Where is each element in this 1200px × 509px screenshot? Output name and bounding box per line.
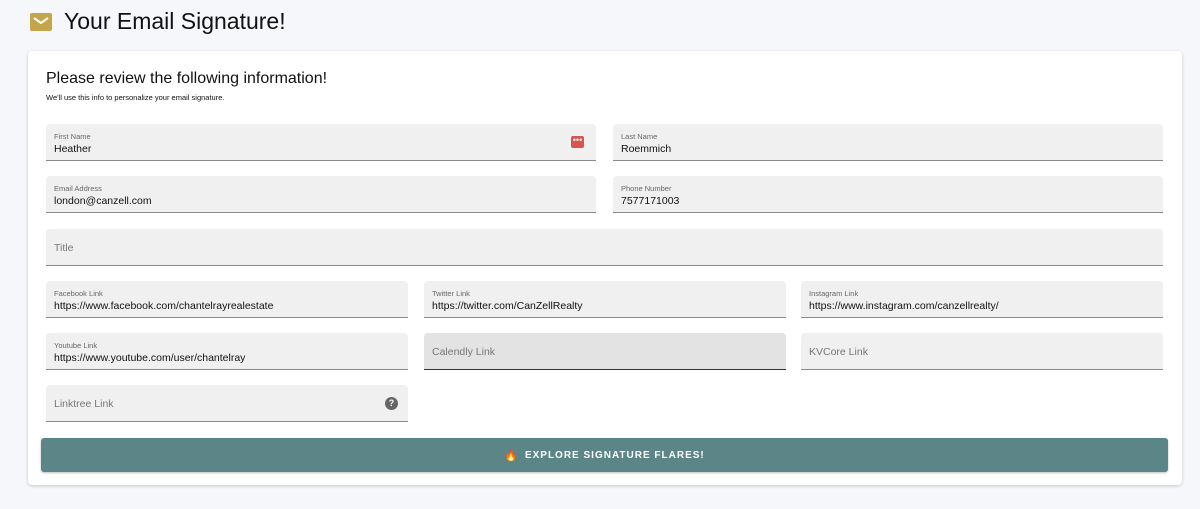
youtube-label: Youtube Link [54, 341, 98, 350]
phone-label: Phone Number [621, 184, 672, 193]
twitter-value: https://twitter.com/CanZellRealty [432, 300, 583, 312]
explore-signature-flares-button[interactable]: 🔥 EXPLORE SIGNATURE FLARES! [41, 438, 1168, 472]
page-title: Your Email Signature! [64, 8, 286, 34]
instagram-field[interactable]: Instagram Link https://www.instagram.com… [801, 281, 1163, 318]
title-field[interactable]: Title [46, 229, 1163, 266]
instagram-value: https://www.instagram.com/canzellrealty/ [809, 300, 999, 312]
form-subheading: We'll use this info to personalize your … [46, 93, 225, 102]
first-name-field[interactable]: First Name Heather ••• [46, 124, 596, 161]
email-field[interactable]: Email Address london@canzell.com [46, 176, 596, 213]
form-heading: Please review the following information! [46, 70, 328, 87]
last-name-field[interactable]: Last Name Roemmich [613, 124, 1163, 161]
calendly-placeholder: Calendly Link [432, 346, 496, 358]
facebook-field[interactable]: Facebook Link https://www.facebook.com/c… [46, 281, 408, 318]
kvcore-placeholder: KVCore Link [809, 346, 868, 358]
phone-value: 7577171003 [621, 195, 680, 207]
twitter-field[interactable]: Twitter Link https://twitter.com/CanZell… [424, 281, 786, 318]
envelope-icon [30, 12, 52, 31]
linktree-field[interactable]: Linktree Link ? [46, 385, 408, 422]
facebook-label: Facebook Link [54, 289, 103, 298]
explore-button-label: EXPLORE SIGNATURE FLARES! [524, 449, 705, 461]
twitter-label: Twitter Link [432, 289, 470, 298]
linktree-placeholder: Linktree Link [54, 398, 114, 410]
instagram-label: Instagram Link [809, 289, 859, 298]
title-placeholder: Title [54, 242, 74, 254]
first-name-value: Heather [54, 143, 92, 155]
youtube-value: https://www.youtube.com/user/chantelray [54, 352, 246, 364]
flame-icon: 🔥 [504, 449, 519, 462]
first-name-label: First Name [54, 132, 91, 141]
password-manager-icon[interactable]: ••• [571, 136, 584, 148]
last-name-label: Last Name [621, 132, 658, 141]
help-icon[interactable]: ? [385, 397, 398, 410]
page-header: Your Email Signature! [30, 8, 286, 35]
calendly-field[interactable]: Calendly Link [424, 333, 786, 370]
phone-field[interactable]: Phone Number 7577171003 [613, 176, 1163, 213]
email-value: london@canzell.com [54, 195, 152, 207]
last-name-value: Roemmich [621, 143, 672, 155]
email-label: Email Address [54, 184, 102, 193]
signature-form-card: Please review the following information!… [28, 51, 1182, 485]
youtube-field[interactable]: Youtube Link https://www.youtube.com/use… [46, 333, 408, 370]
facebook-value: https://www.facebook.com/chantelrayreale… [54, 300, 274, 312]
kvcore-field[interactable]: KVCore Link [801, 333, 1163, 370]
